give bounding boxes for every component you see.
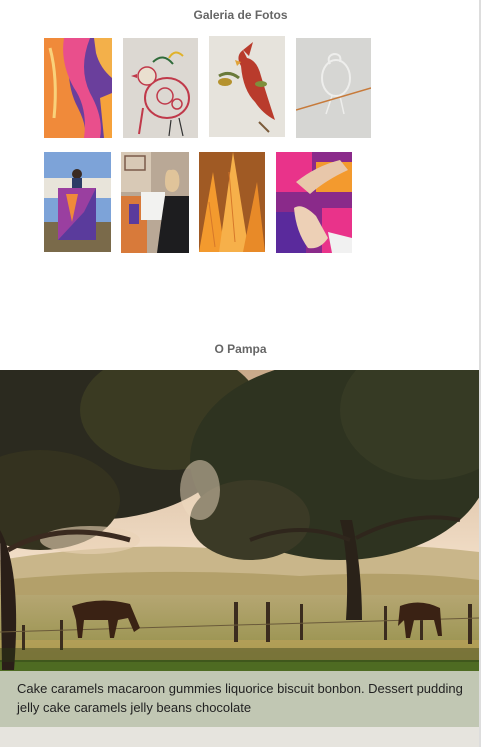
gallery-photo-6[interactable] — [121, 152, 189, 253]
gallery-photo-3[interactable] — [209, 36, 285, 137]
gallery-photo-8[interactable] — [276, 152, 352, 253]
pampa-caption: Cake caramels macaroon gummies liquorice… — [17, 681, 463, 715]
gallery-title: Galeria de Fotos — [193, 8, 288, 22]
gallery-photo-2[interactable] — [123, 38, 198, 138]
gallery-photo-7[interactable] — [199, 152, 265, 252]
gallery-photo-4[interactable] — [296, 38, 371, 138]
gallery-photo-1[interactable] — [44, 38, 112, 138]
pampa-title: O Pampa — [214, 342, 267, 356]
gallery-photo-5[interactable] — [44, 152, 111, 252]
bottom-strip — [0, 727, 479, 747]
